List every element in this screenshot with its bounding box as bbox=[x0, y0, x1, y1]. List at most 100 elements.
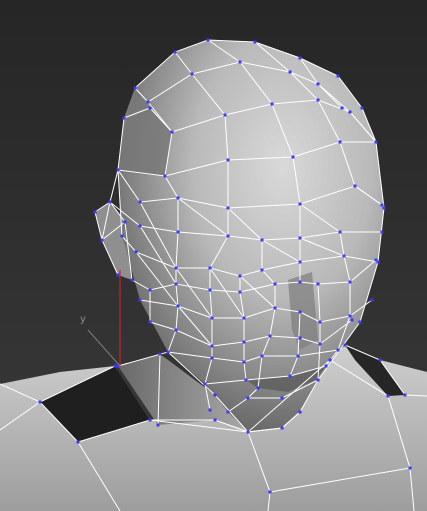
mesh-vertex[interactable] bbox=[253, 40, 257, 44]
mesh-vertex[interactable] bbox=[380, 230, 384, 234]
mesh-vertex[interactable] bbox=[170, 130, 174, 134]
mesh-vertex[interactable] bbox=[273, 282, 277, 286]
mesh-vertex[interactable] bbox=[380, 203, 384, 207]
mesh-vertex[interactable] bbox=[260, 238, 264, 242]
mesh-vertex[interactable] bbox=[246, 430, 250, 434]
mesh-vertex[interactable] bbox=[210, 344, 214, 348]
mesh-vertex[interactable] bbox=[93, 210, 97, 214]
mesh-vertex[interactable] bbox=[226, 158, 230, 162]
mesh-vertex[interactable] bbox=[210, 316, 214, 320]
mesh-vertex[interactable] bbox=[318, 320, 322, 324]
mesh-vertex[interactable] bbox=[156, 423, 160, 427]
mesh-vertex[interactable] bbox=[316, 378, 320, 382]
mesh-vertex[interactable] bbox=[382, 206, 386, 210]
mesh-vertex[interactable] bbox=[238, 290, 242, 294]
mesh-vertex[interactable] bbox=[174, 266, 178, 270]
mesh-vertex[interactable] bbox=[338, 230, 342, 234]
mesh-vertex[interactable] bbox=[360, 106, 364, 110]
mesh-vertex[interactable] bbox=[342, 254, 346, 258]
mesh-vertex[interactable] bbox=[176, 196, 180, 200]
mesh-vertex[interactable] bbox=[190, 72, 194, 76]
mesh-vertex[interactable] bbox=[113, 364, 117, 368]
mesh-vertex[interactable] bbox=[244, 378, 248, 382]
mesh-vertex[interactable] bbox=[138, 200, 142, 204]
mesh-vertex[interactable] bbox=[378, 358, 382, 362]
mesh-vertex[interactable] bbox=[226, 410, 230, 414]
mesh-vertex[interactable] bbox=[238, 274, 242, 278]
3d-viewport[interactable]: y bbox=[0, 0, 427, 511]
mesh-vertex[interactable] bbox=[100, 238, 104, 242]
mesh-vertex[interactable] bbox=[316, 98, 320, 102]
mesh-vertex[interactable] bbox=[343, 343, 347, 347]
mesh-vertex[interactable] bbox=[260, 268, 264, 272]
mesh-vertex[interactable] bbox=[318, 342, 322, 346]
mesh-vertex[interactable] bbox=[174, 282, 178, 286]
mesh-vertex[interactable] bbox=[206, 38, 210, 42]
mesh-vertex[interactable] bbox=[298, 410, 302, 414]
mesh-vertex[interactable] bbox=[226, 206, 230, 210]
mesh-vertex[interactable] bbox=[270, 102, 274, 106]
mesh-vertex[interactable] bbox=[403, 393, 407, 397]
mesh-vertex[interactable] bbox=[133, 86, 137, 90]
mesh-vertex[interactable] bbox=[296, 354, 300, 358]
mesh-vertex[interactable] bbox=[298, 310, 302, 314]
mesh-vertex[interactable] bbox=[116, 273, 120, 277]
mesh-vertex[interactable] bbox=[242, 360, 246, 364]
mesh-vertex[interactable] bbox=[268, 490, 272, 494]
mesh-vertex[interactable] bbox=[340, 106, 344, 110]
mesh-vertex[interactable] bbox=[166, 350, 170, 354]
mesh-vertex[interactable] bbox=[163, 174, 167, 178]
mesh-vertex[interactable] bbox=[134, 250, 138, 254]
mesh-vertex[interactable] bbox=[350, 318, 354, 322]
mesh-vertex[interactable] bbox=[288, 374, 292, 378]
mesh-vertex[interactable] bbox=[268, 334, 272, 338]
mesh-vertex[interactable] bbox=[158, 352, 162, 356]
mesh-vertex[interactable] bbox=[213, 418, 217, 422]
mesh-vertex[interactable] bbox=[291, 155, 295, 159]
mesh-vertex[interactable] bbox=[316, 282, 320, 286]
mesh-vertex[interactable] bbox=[386, 394, 390, 398]
mesh-vertex[interactable] bbox=[408, 466, 412, 470]
mesh-vertex[interactable] bbox=[76, 440, 80, 444]
mesh-vertex[interactable] bbox=[148, 418, 152, 422]
mesh-vertex[interactable] bbox=[298, 280, 302, 284]
mesh-vertex[interactable] bbox=[203, 382, 207, 386]
mesh-vertex[interactable] bbox=[176, 230, 180, 234]
mesh-vertex[interactable] bbox=[116, 168, 120, 172]
mesh-vertex[interactable] bbox=[148, 320, 152, 324]
mesh-vertex[interactable] bbox=[374, 140, 378, 144]
mesh-vertex[interactable] bbox=[173, 50, 177, 54]
mesh-vertex[interactable] bbox=[123, 220, 127, 224]
mesh-vertex[interactable] bbox=[226, 234, 230, 238]
mesh-vertex[interactable] bbox=[336, 348, 340, 352]
mesh-vertex[interactable] bbox=[336, 74, 340, 78]
mesh-vertex[interactable] bbox=[280, 396, 284, 400]
mesh-vertex[interactable] bbox=[246, 396, 250, 400]
mesh-vertex[interactable] bbox=[260, 354, 264, 358]
mesh-vertex[interactable] bbox=[174, 328, 178, 332]
mesh-vertex[interactable] bbox=[120, 234, 124, 238]
mesh-vertex[interactable] bbox=[348, 280, 352, 284]
mesh-vertex[interactable] bbox=[370, 298, 374, 302]
mesh-vertex[interactable] bbox=[130, 278, 134, 282]
mesh-vertex[interactable] bbox=[288, 70, 292, 74]
mesh-vertex[interactable] bbox=[108, 200, 112, 204]
mesh-vertex[interactable] bbox=[148, 106, 152, 110]
mesh-vertex[interactable] bbox=[298, 336, 302, 340]
mesh-vertex[interactable] bbox=[122, 116, 126, 120]
mesh-vertex[interactable] bbox=[273, 306, 277, 310]
mesh-vertex[interactable] bbox=[280, 426, 284, 430]
mesh-vertex[interactable] bbox=[298, 56, 302, 60]
mesh-vertex[interactable] bbox=[338, 140, 342, 144]
mesh-vertex[interactable] bbox=[358, 320, 362, 324]
mesh-vertex[interactable] bbox=[242, 316, 246, 320]
mesh-vertex[interactable] bbox=[348, 314, 352, 318]
mesh-vertex[interactable] bbox=[146, 100, 150, 104]
mesh-vertex[interactable] bbox=[242, 340, 246, 344]
mesh-vertex[interactable] bbox=[348, 110, 352, 114]
mesh-vertex[interactable] bbox=[38, 400, 42, 404]
mesh-vertex[interactable] bbox=[238, 60, 242, 64]
mesh-vertex[interactable] bbox=[213, 393, 217, 397]
mesh-vertex[interactable] bbox=[374, 258, 378, 262]
mesh-vertex[interactable] bbox=[210, 356, 214, 360]
